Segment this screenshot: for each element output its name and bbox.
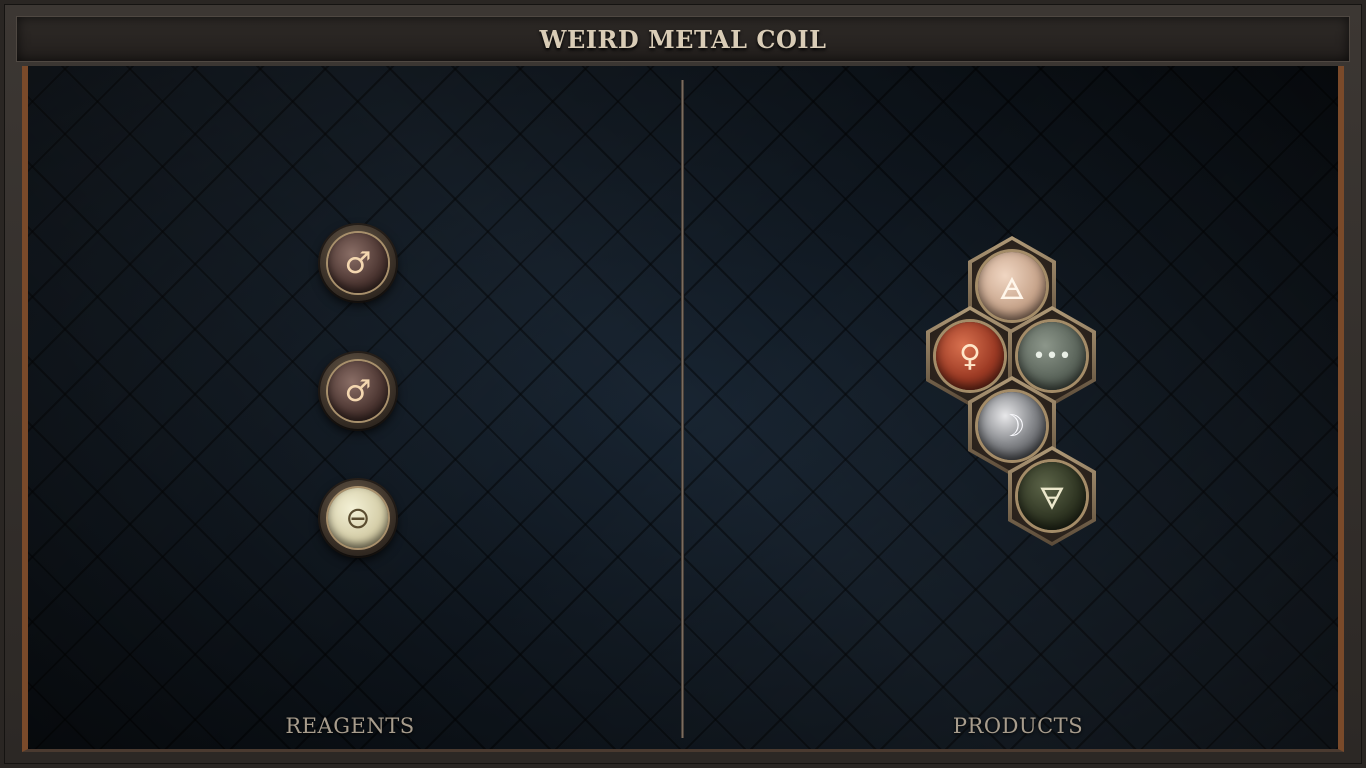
puzzle-title: WEIRD METAL COIL [539,24,827,54]
reagent-slot-3[interactable]: ⊖ [320,480,396,556]
title-bar: WEIRD METAL COIL [16,16,1350,62]
iron-icon: ♂ [328,361,388,421]
reagents-label: REAGENTS [285,714,415,738]
product-atom-5: 🜃 [1008,446,1096,546]
reagent-slot-1[interactable]: ♂ [320,225,396,301]
section-divider [681,80,684,738]
iron-icon: ♂ [328,233,388,293]
reagent-slot-2[interactable]: ♂ [320,353,396,429]
products-label: PRODUCTS [952,714,1084,738]
earth-icon: 🜃 [1018,462,1086,530]
salt-icon: ⊖ [328,488,388,548]
